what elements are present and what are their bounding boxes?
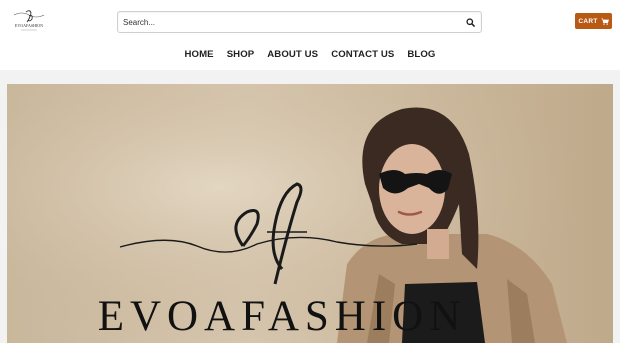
nav-item-shop[interactable]: SHOP	[227, 49, 255, 65]
nav-item-about-us[interactable]: ABOUT US	[267, 49, 318, 65]
svg-text:EVOAFASHION: EVOAFASHION	[15, 23, 43, 28]
cart-icon	[601, 17, 609, 25]
hero-image: EVOAFASHION	[7, 84, 613, 343]
nav-item-contact-us[interactable]: CONTACT US	[331, 49, 394, 65]
search-button[interactable]	[462, 14, 478, 30]
hero-brand-text: EVOAFASHION	[98, 293, 467, 340]
brand-logo[interactable]: EVOAFASHION	[10, 8, 48, 34]
site-header: EVOAFASHION CART HOME SHOP ABOUT US CONT…	[0, 0, 620, 70]
cart-label: CART	[578, 17, 598, 25]
search-bar	[117, 11, 482, 33]
nav-item-home[interactable]: HOME	[185, 49, 214, 65]
hero-banner[interactable]: EVOAFASHION	[7, 84, 613, 343]
main-nav: HOME SHOP ABOUT US CONTACT US BLOG	[0, 49, 620, 65]
nav-item-blog[interactable]: BLOG	[407, 49, 435, 65]
search-icon	[465, 17, 475, 27]
cart-button[interactable]: CART	[575, 13, 612, 29]
search-input[interactable]	[123, 14, 453, 30]
